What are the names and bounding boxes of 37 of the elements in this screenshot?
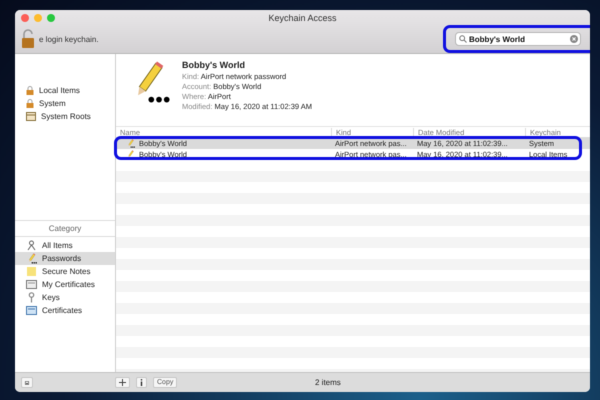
search-icon — [459, 35, 467, 43]
search-field[interactable]: Bobby's World — [455, 32, 581, 46]
password-icon — [26, 253, 37, 264]
padlock-icon — [26, 86, 34, 95]
info-button[interactable] — [136, 377, 147, 388]
category-item[interactable]: My Certificates — [15, 278, 115, 291]
padlock-icon — [26, 99, 34, 108]
people-icon — [26, 240, 37, 251]
category-item[interactable]: Passwords — [15, 252, 115, 265]
category-heading: Category — [15, 220, 115, 237]
panel-icon — [25, 380, 29, 386]
category-item[interactable]: Certificates — [15, 304, 115, 317]
info-icon — [140, 379, 143, 386]
category-item[interactable]: All Items — [15, 239, 115, 252]
plus-icon — [119, 379, 126, 386]
password-icon — [126, 150, 135, 159]
cabinet-icon — [26, 112, 36, 121]
lock-hint: e login keychain. — [39, 34, 100, 44]
add-button[interactable] — [115, 377, 130, 388]
close-button[interactable] — [21, 14, 29, 22]
window-title: Keychain Access — [267, 12, 338, 22]
padlock-icon[interactable] — [21, 29, 35, 49]
show-hide-button[interactable] — [21, 377, 33, 388]
keychain-item[interactable]: Local Items — [15, 84, 115, 97]
category-item[interactable]: Secure Notes — [15, 265, 115, 278]
category-item[interactable]: Keys — [15, 291, 115, 304]
clear-icon[interactable] — [570, 35, 578, 43]
item-count: 2 items — [315, 378, 341, 387]
item-name: Bobby's World — [182, 60, 246, 70]
keychain-item[interactable]: System Roots — [15, 110, 115, 123]
password-icon — [126, 139, 135, 148]
certificate-icon — [26, 279, 37, 290]
key-icon — [26, 292, 37, 303]
certificate-icon — [26, 305, 37, 316]
keychain-item[interactable]: System — [15, 97, 115, 110]
zoom-button[interactable] — [47, 14, 55, 22]
note-icon — [26, 266, 37, 277]
